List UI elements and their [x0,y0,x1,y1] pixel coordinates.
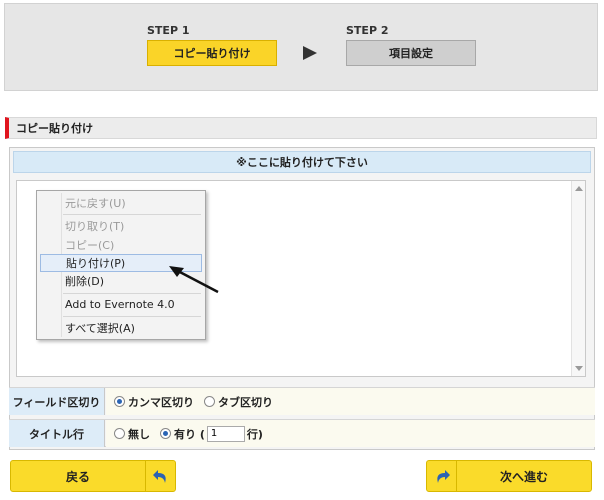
step2-label: STEP 2 [346,24,389,37]
next-button[interactable]: 次へ進む [426,460,592,492]
scroll-down-icon[interactable] [575,366,583,371]
menu-item-undo[interactable]: 元に戻す(U) [40,194,202,212]
next-button-label: 次へ進む [499,469,548,484]
no-title-radio[interactable] [114,428,125,439]
has-title-label: 有り ( [174,427,205,441]
tab-radio[interactable] [204,396,215,407]
menu-item-select-all[interactable]: すべて選択(A) [40,319,202,337]
no-title-label: 無し [128,427,150,441]
title-row-label: タイトル行 [9,420,105,447]
field-separator-label: フィールド区切り [9,388,105,415]
step1-label: STEP 1 [147,24,190,37]
comma-radio[interactable] [114,396,125,407]
step-progress: STEP 1 コピー貼り付け STEP 2 項目設定 [4,3,598,91]
scroll-up-icon[interactable] [575,186,583,191]
menu-item-evernote[interactable]: Add to Evernote 4.0 [40,295,202,313]
has-title-option[interactable]: 有り ( [160,426,205,442]
tab-option[interactable]: タブ区切り [204,394,273,410]
section-title: コピー貼り付け [5,117,597,139]
back-button-label: 戻る [65,469,90,484]
row-suffix: 行) [246,427,263,441]
comma-label: カンマ区切り [128,395,194,409]
step1-current: コピー貼り付け [147,40,277,66]
textarea-scrollbar[interactable] [571,181,585,376]
tab-label: タブ区切り [218,395,273,409]
next-arrow-icon [427,461,457,491]
menu-separator [63,316,201,317]
menu-item-copy[interactable]: コピー(C) [40,236,202,254]
back-arrow-icon [145,461,175,491]
back-button[interactable]: 戻る [10,460,176,492]
menu-separator [63,214,201,215]
step2-next: 項目設定 [346,40,476,66]
paste-instruction: ※ここに貼り付けて下さい [13,151,591,173]
pointer-arrow-icon [169,266,219,294]
title-row-count-input[interactable] [206,425,245,442]
comma-option[interactable]: カンマ区切り [114,394,194,410]
field-separator-row: フィールド区切り カンマ区切り タブ区切り [9,387,595,415]
no-title-option[interactable]: 無し [114,426,150,442]
title-row-setting: タイトル行 無し 有り ( 行) [9,419,595,447]
has-title-radio[interactable] [160,428,171,439]
menu-item-cut[interactable]: 切り取り(T) [40,217,202,235]
step-arrow-icon [303,46,317,60]
